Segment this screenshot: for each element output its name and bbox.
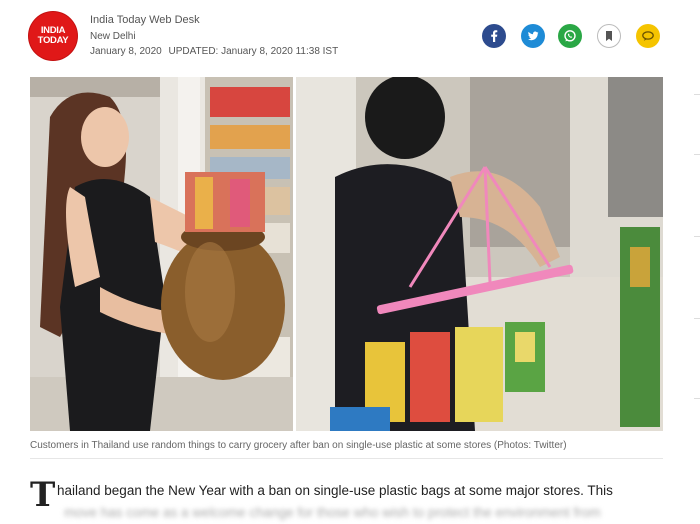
article-line-2: move has come as a welcome change for th… — [64, 505, 601, 520]
facebook-share-button[interactable] — [482, 24, 506, 48]
author-name[interactable]: India Today Web Desk — [90, 14, 200, 26]
whatsapp-icon — [564, 30, 576, 42]
drop-cap: T — [30, 475, 56, 515]
article-line-1: hailand began the New Year with a ban on… — [57, 483, 613, 498]
thailand-shoppers-photo — [30, 77, 663, 431]
facebook-icon — [491, 30, 498, 42]
article-photo[interactable] — [30, 77, 663, 431]
comment-button[interactable] — [636, 24, 660, 48]
page-edge-rule — [694, 0, 700, 509]
whatsapp-share-button[interactable] — [558, 24, 582, 48]
comment-icon — [642, 31, 654, 41]
twitter-icon — [528, 31, 539, 41]
india-today-logo[interactable]: INDIA TODAY — [29, 12, 77, 60]
dateline-location: New Delhi — [90, 31, 136, 42]
photo-caption: Customers in Thailand use random things … — [30, 440, 567, 451]
article-header: INDIA TODAY India Today Web Desk New Del… — [0, 0, 700, 75]
twitter-share-button[interactable] — [521, 24, 545, 48]
bookmark-icon — [606, 31, 612, 41]
updated-date: UPDATED: January 8, 2020 11:38 IST — [168, 46, 339, 57]
logo-line2: TODAY — [37, 35, 69, 46]
publish-dates: January 8, 2020 UPDATED: January 8, 2020… — [90, 46, 342, 57]
caption-divider — [30, 458, 663, 459]
bookmark-button[interactable] — [597, 24, 621, 48]
published-date: January 8, 2020 — [90, 46, 162, 57]
